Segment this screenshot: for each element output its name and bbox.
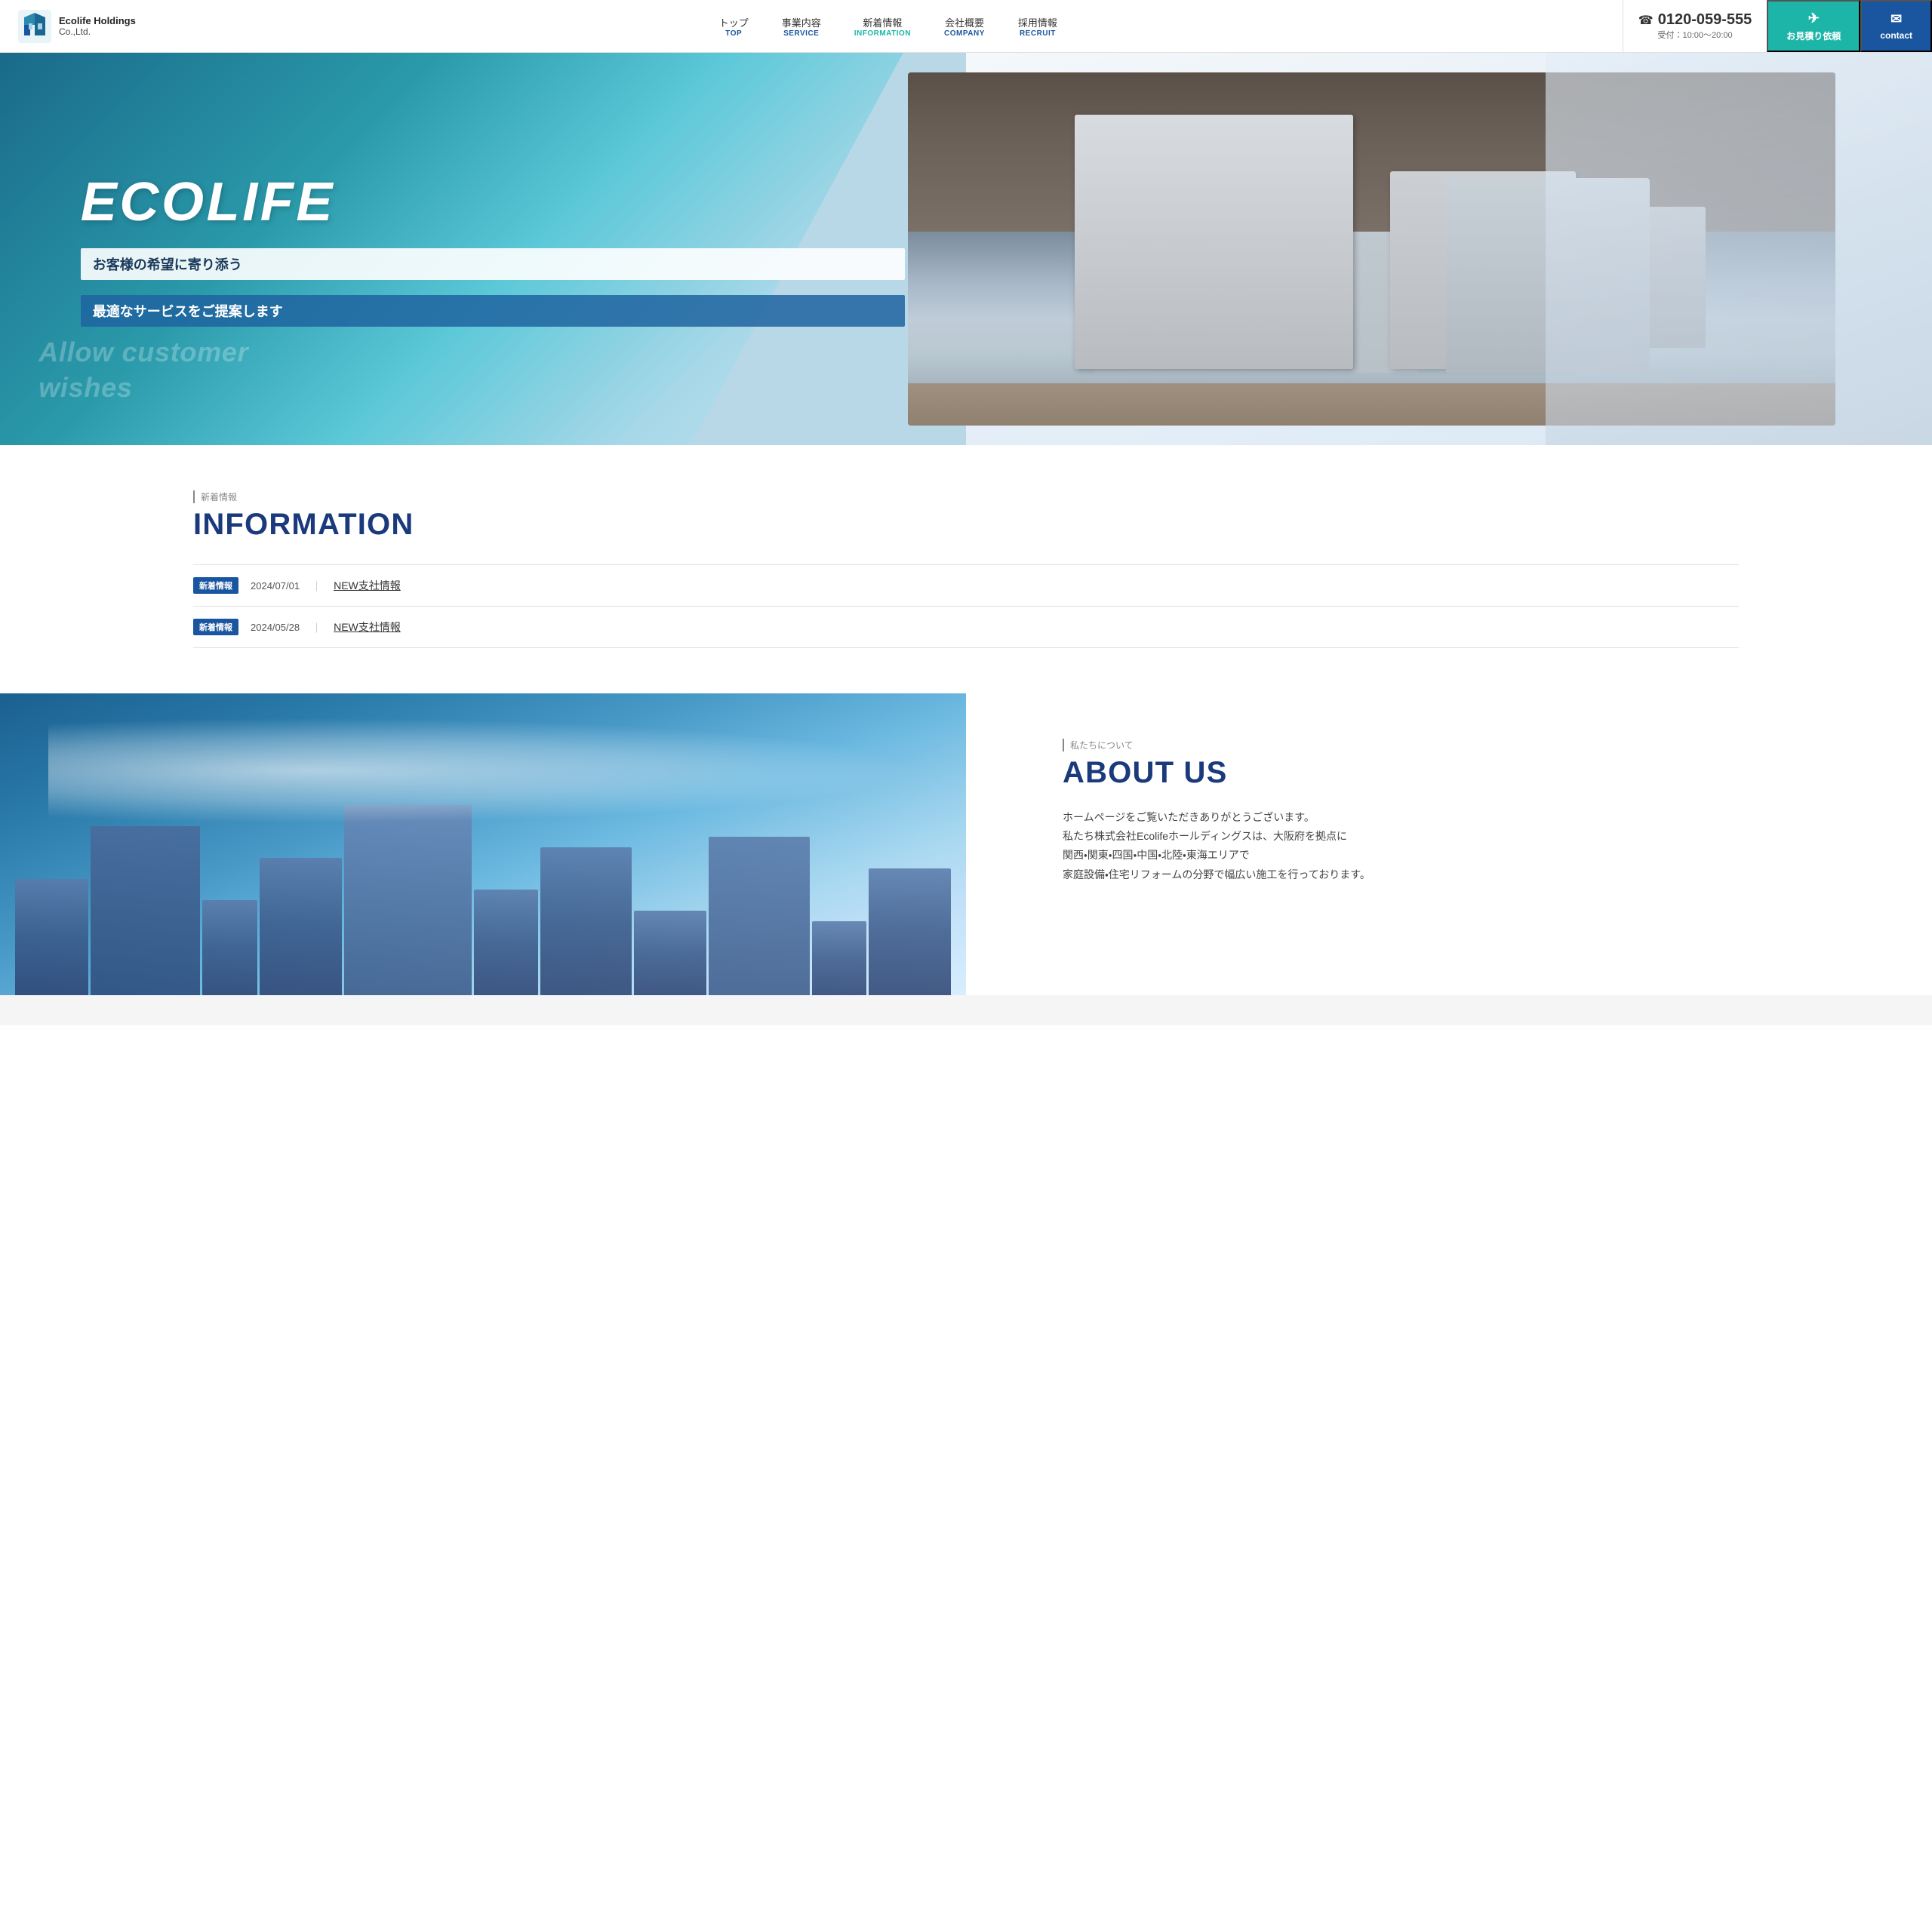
info-title-link[interactable]: NEW支社情報 xyxy=(334,578,401,593)
information-section-label: 新着情報 xyxy=(193,490,1739,503)
about-text-line1: ホームページをご覧いただきありがとうございます。 xyxy=(1063,808,1835,827)
nav-service[interactable]: 事業内容 SERVICE xyxy=(765,0,838,52)
phone-hours: 受付：10:00〜20:00 xyxy=(1658,29,1733,41)
nav-information[interactable]: 新着情報 INFORMATION xyxy=(838,0,928,52)
hero-subtitle1: お客様の希望に寄り添う xyxy=(93,257,242,272)
hero-section: ECOLIFE お客様の希望に寄り添う 最適なサービスをご提案します Allow… xyxy=(0,53,1932,445)
phone-area: ☎ 0120-059-555 受付：10:00〜20:00 xyxy=(1623,0,1767,52)
info-date: 2024/05/28 xyxy=(251,622,300,633)
nav-top[interactable]: トップ TOP xyxy=(703,0,765,52)
estimate-button[interactable]: ✈ お見積り依頼 xyxy=(1767,0,1860,52)
logo-text: Ecolife Holdings Co.,Ltd. xyxy=(59,15,136,37)
phone-icon: ☎ xyxy=(1638,13,1654,28)
nav-company[interactable]: 会社概要 COMPANY xyxy=(928,0,1001,52)
info-list: 新着情報 2024/07/01 ｜ NEW支社情報 新着情報 2024/05/2… xyxy=(193,564,1739,648)
logo-area[interactable]: Ecolife Holdings Co.,Ltd. xyxy=(0,0,154,52)
info-separator: ｜ xyxy=(312,579,321,593)
hero-subtitle2-box: 最適なサービスをご提案します xyxy=(81,295,905,327)
info-item: 新着情報 2024/07/01 ｜ NEW支社情報 xyxy=(193,564,1739,607)
city-buildings xyxy=(0,784,966,995)
main-nav: トップ TOP 事業内容 SERVICE 新着情報 INFORMATION 会社… xyxy=(154,0,1623,52)
hero-person-image xyxy=(1546,53,1932,445)
nav-recruit[interactable]: 採用情報 RECRUIT xyxy=(1001,0,1074,52)
information-section: 新着情報 INFORMATION 新着情報 2024/07/01 ｜ NEW支社… xyxy=(0,445,1932,693)
hero-title: ECOLIFE xyxy=(81,171,905,233)
info-badge: 新着情報 xyxy=(193,619,238,635)
phone-number: 0120-059-555 xyxy=(1658,11,1752,29)
cta-buttons: ✈ お見積り依頼 ✉ contact xyxy=(1767,0,1932,52)
contact-label: contact xyxy=(1880,30,1912,41)
information-section-title: INFORMATION xyxy=(193,508,1739,542)
info-badge: 新着情報 xyxy=(193,577,238,594)
page-end xyxy=(0,995,1932,1025)
hero-subtitle1-box: お客様の希望に寄り添う xyxy=(81,248,905,280)
hero-subtitle2: 最適なサービスをご提案します xyxy=(93,304,283,319)
estimate-icon: ✈ xyxy=(1808,11,1820,26)
info-title-link[interactable]: NEW支社情報 xyxy=(334,619,401,635)
about-section-label: 私たちについて xyxy=(1063,739,1835,751)
info-date: 2024/07/01 xyxy=(251,580,300,592)
info-separator: ｜ xyxy=(312,620,321,635)
site-header: Ecolife Holdings Co.,Ltd. トップ TOP 事業内容 S… xyxy=(0,0,1932,53)
contact-button[interactable]: ✉ contact xyxy=(1860,0,1932,52)
about-text-line3: 関西・関東・四国・中国・北陸・東海エリアで xyxy=(1063,846,1835,865)
about-section-title: ABOUT US xyxy=(1063,756,1835,790)
about-text-line4: 家庭設備・住宅リフォームの分野で幅広い施工を行っております。 xyxy=(1063,865,1835,884)
hero-content: ECOLIFE お客様の希望に寄り添う 最適なサービスをご提案します xyxy=(58,53,928,445)
about-city-image xyxy=(0,693,966,995)
contact-icon: ✉ xyxy=(1890,11,1902,27)
logo-icon xyxy=(18,10,51,43)
about-text-line2: 私たち株式会社Ecolifeホールディングスは、大阪府を拠点に xyxy=(1063,827,1835,846)
info-item: 新着情報 2024/05/28 ｜ NEW支社情報 xyxy=(193,607,1739,648)
about-section: 私たちについて ABOUT US ホームページをご覧いただきありがとうございます… xyxy=(0,693,1932,995)
about-content: 私たちについて ABOUT US ホームページをご覧いただきありがとうございます… xyxy=(966,693,1932,995)
about-text: ホームページをご覧いただきありがとうございます。 私たち株式会社Ecolifeホ… xyxy=(1063,808,1835,884)
estimate-label: お見積り依頼 xyxy=(1786,29,1841,42)
